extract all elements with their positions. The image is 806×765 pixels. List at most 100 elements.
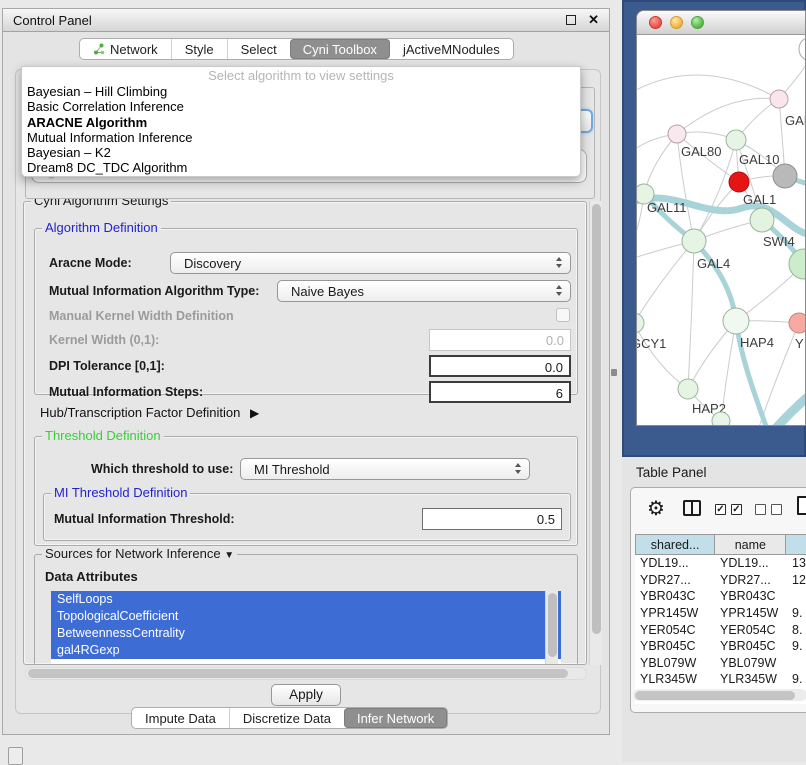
tab-select-label: Select — [241, 42, 277, 57]
network-node-SWI4[interactable] — [750, 208, 774, 232]
control-panel-title: Control Panel — [13, 13, 566, 28]
network-edge[interactable] — [775, 387, 806, 426]
network-node-top-partial[interactable] — [799, 37, 806, 61]
split-columns-icon[interactable] — [683, 500, 701, 516]
network-edge[interactable] — [688, 241, 694, 389]
kernel-width-field[interactable]: 0.0 — [429, 329, 571, 351]
table-row[interactable]: YDR27...YDR27...12 — [635, 572, 806, 589]
network-node-gal-pink-top[interactable] — [770, 90, 788, 108]
algorithm-option-mutual-information-inference[interactable]: Mutual Information Inference — [22, 130, 580, 145]
network-node-gray-node[interactable] — [773, 164, 797, 188]
table-row[interactable]: YPR145WYPR145W9. — [635, 605, 806, 622]
column-header-shared[interactable]: shared... — [636, 535, 715, 554]
network-canvas[interactable]: GALGAL80GAL10GAL11GAL1SWI4GAL4GCY1HAP4YH… — [637, 35, 806, 426]
algorithm-option-aracne-algorithm[interactable]: ARACNE Algorithm — [22, 115, 580, 130]
mi-algorithm-type-combo[interactable]: Naive Bayes — [277, 280, 571, 302]
combo-arrows-icon — [515, 463, 522, 474]
attribute-item-selfloops[interactable]: SelfLoops — [51, 591, 561, 608]
network-node-HAP4[interactable] — [723, 308, 749, 334]
table-cell: YER054C — [635, 623, 715, 637]
tab-network-label: Network — [110, 42, 158, 57]
network-edge[interactable] — [637, 241, 694, 323]
network-node-GAL10[interactable] — [726, 130, 746, 150]
table-cell: YBR045C — [715, 639, 787, 653]
sources-title-row[interactable]: Sources for Network Inference ▼ — [42, 547, 237, 563]
table-cell: 12 — [787, 573, 806, 587]
tab-style[interactable]: Style — [171, 39, 227, 59]
algorithm-option-bayesian-hill-climbing[interactable]: Bayesian – Hill Climbing — [22, 84, 580, 99]
attributes-list-scrollbar[interactable] — [545, 591, 558, 664]
unchecked-checkbox-icon[interactable] — [771, 504, 782, 515]
column-header-partial[interactable] — [786, 535, 806, 554]
tab-cyni-toolbox[interactable]: Cyni Toolbox — [290, 39, 390, 59]
mac-zoom-icon[interactable] — [691, 16, 704, 29]
algorithm-dropdown-popup: Select algorithm to view settings Bayesi… — [21, 66, 581, 177]
unchecked-checkbox-icon[interactable] — [755, 504, 766, 515]
dpi-tolerance-field[interactable]: 0.0 — [429, 355, 571, 377]
which-threshold-combo[interactable]: MI Threshold — [240, 458, 530, 480]
tab-jactivemnodules-label: jActiveMNodules — [403, 42, 500, 57]
attribute-item-topologicalcoefficient[interactable]: TopologicalCoefficient — [51, 608, 561, 625]
manual-kernel-width-checkbox[interactable] — [556, 308, 570, 322]
manual-kernel-width-label: Manual Kernel Width Definition — [49, 309, 234, 323]
tab-impute-data-label: Impute Data — [145, 711, 216, 726]
tab-discretize-data[interactable]: Discretize Data — [229, 708, 344, 728]
network-node-GCY1[interactable] — [637, 313, 644, 333]
table-row[interactable]: YER054CYER054C8. — [635, 621, 806, 638]
tab-jactivemnodules[interactable]: jActiveMNodules — [390, 39, 513, 59]
table-row[interactable]: YDL19...YDL19...13 — [635, 555, 806, 572]
algorithm-option-dream8-dc-tdc-algorithm[interactable]: Dream8 DC_TDC Algorithm — [22, 160, 580, 175]
table-row[interactable]: YBL079WYBL079W — [635, 655, 806, 672]
node-table: shared...name YDL19...YDL19...13YDR27...… — [635, 534, 806, 704]
gear-icon[interactable]: ⚙ — [647, 496, 665, 521]
algorithm-option-basic-correlation-inference[interactable]: Basic Correlation Inference — [22, 99, 580, 114]
network-node-salmon-node[interactable] — [789, 313, 806, 333]
algorithm-option-bayesian-k2[interactable]: Bayesian – K2 — [22, 145, 580, 160]
network-node-HAP2[interactable] — [678, 379, 698, 399]
attribute-item-betweennesscentrality[interactable]: BetweennessCentrality — [51, 625, 561, 642]
settings-vertical-scrollbar[interactable] — [589, 201, 602, 665]
tab-impute-data[interactable]: Impute Data — [132, 708, 229, 728]
mac-minimize-icon[interactable] — [670, 16, 683, 29]
control-panel-titlebar: Control Panel ✕ — [3, 9, 609, 32]
close-window-icon[interactable]: ✕ — [588, 12, 599, 28]
network-node-GAL4[interactable] — [682, 229, 706, 253]
hub-definition-expander[interactable]: Hub/Transcription Factor Definition ▶ — [40, 405, 259, 420]
network-node-GAL1[interactable] — [729, 172, 749, 192]
network-edge[interactable] — [637, 323, 688, 389]
which-threshold-label: Which threshold to use: — [91, 462, 233, 476]
network-node-GAL80[interactable] — [668, 125, 686, 143]
table-row[interactable]: YBR043CYBR043C — [635, 588, 806, 605]
mac-close-icon[interactable] — [649, 16, 662, 29]
data-attributes-label: Data Attributes — [45, 569, 138, 584]
table-horizontal-scrollbar[interactable] — [633, 689, 806, 701]
attribute-item-gal4rgexp[interactable]: gal4RGexp — [51, 642, 561, 659]
aracne-mode-combo[interactable]: Discovery — [170, 252, 571, 274]
settings-horizontal-scrollbar[interactable] — [25, 667, 587, 680]
tab-network[interactable]: Network — [80, 39, 171, 59]
tab-select[interactable]: Select — [227, 39, 290, 59]
sources-group: Sources for Network Inference ▼ Data Att… — [34, 554, 578, 665]
apply-button[interactable]: Apply — [271, 684, 341, 706]
network-edge[interactable] — [677, 98, 779, 134]
network-window-titlebar — [637, 11, 805, 35]
algorithm-definition-title: Algorithm Definition — [42, 221, 161, 235]
collapsed-panel-icon[interactable] — [8, 747, 23, 765]
table-cell: 9. — [787, 639, 806, 653]
network-node-bottom-node[interactable] — [712, 412, 730, 426]
float-window-icon[interactable] — [566, 15, 576, 25]
mi-steps-field[interactable]: 6 — [429, 381, 571, 403]
checked-checkbox-icon[interactable]: ✓ — [715, 504, 726, 515]
mi-threshold-field[interactable]: 0.5 — [422, 508, 562, 530]
network-edge[interactable] — [637, 75, 779, 99]
table-row[interactable]: YBR045CYBR045C9. — [635, 638, 806, 655]
column-header-name[interactable]: name — [715, 535, 786, 554]
tab-infer-network[interactable]: Infer Network — [344, 708, 447, 728]
network-node-big-green[interactable] — [789, 249, 806, 279]
table-row[interactable]: YLR345WYLR345W9. — [635, 671, 806, 688]
table-cell: YDR27... — [635, 573, 715, 587]
document-icon[interactable] — [797, 496, 806, 515]
panel-splitter-handle[interactable] — [611, 369, 617, 376]
checked-checkbox-icon[interactable]: ✓ — [731, 504, 742, 515]
tab-cyni-toolbox-label: Cyni Toolbox — [303, 42, 377, 57]
